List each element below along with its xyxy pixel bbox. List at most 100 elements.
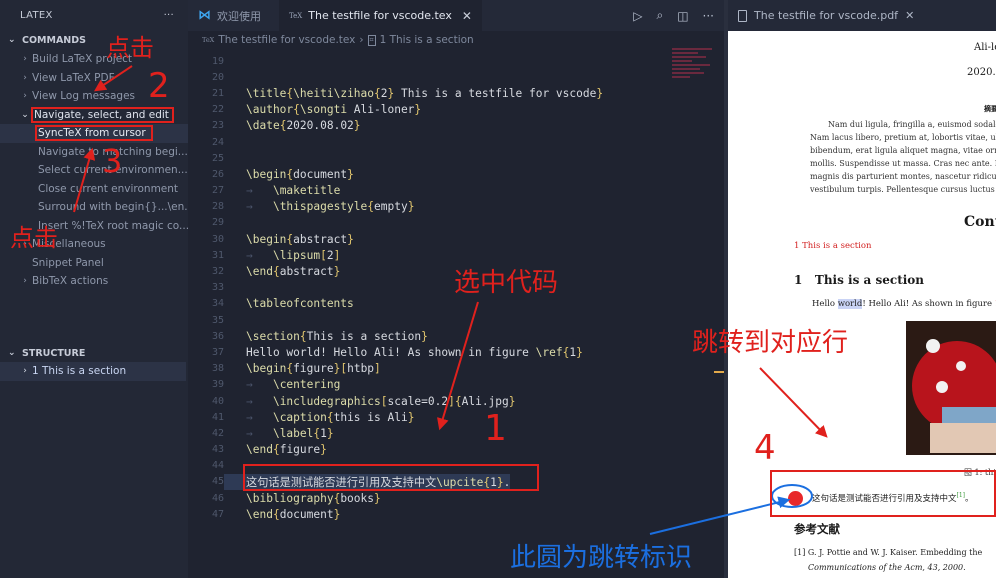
sidebar-item-close-environment[interactable]: Close current environment: [0, 180, 188, 199]
code-line[interactable]: 38 \begin{figure}[htbp]: [188, 361, 724, 377]
more-actions-icon[interactable]: ···: [703, 9, 714, 23]
code-line-text: Hello world! Hello Ali! As shown in figu…: [246, 345, 583, 359]
code-line[interactable]: 26 \begin{document}: [188, 166, 724, 182]
pdf-tab-label: The testfile for vscode.pdf: [754, 9, 899, 22]
line-number: 27: [211, 185, 224, 197]
line-number: 46: [211, 492, 224, 504]
pdf-author: Ali-lo: [974, 42, 996, 53]
code-line[interactable]: 31 → \lipsum[2]: [188, 247, 724, 263]
code-line[interactable]: 46 \bibliography{books}: [188, 490, 724, 506]
pdf-contents-title: Conte: [964, 214, 996, 230]
code-line[interactable]: 24: [188, 134, 724, 150]
chevron-right-icon: ›: [23, 91, 27, 102]
play-icon[interactable]: ▷: [633, 9, 642, 23]
code-line[interactable]: 22 \author{\songti Ali-loner}: [188, 102, 724, 118]
breadcrumb-separator: ›: [359, 34, 364, 46]
pdf-section-number: 1: [794, 273, 803, 287]
code-line-text: → \caption{this is Ali}: [246, 410, 415, 424]
minimap[interactable]: [672, 46, 716, 96]
code-line[interactable]: 20: [188, 69, 724, 85]
sidebar-item-synctex-from-cursor[interactable]: SyncTeX from cursor: [0, 124, 188, 143]
line-number: 31: [211, 249, 224, 261]
structure-item-section[interactable]: › 1 This is a section: [0, 362, 186, 381]
code-line-text: → \maketitle: [246, 184, 341, 198]
code-line[interactable]: 43 \end{figure}: [188, 442, 724, 458]
code-line-text: \date{2020.08.02}: [246, 119, 361, 133]
line-number: 22: [211, 104, 224, 116]
more-actions-icon[interactable]: ···: [164, 10, 174, 21]
sidebar-header: LATEX ···: [0, 0, 188, 30]
annotation-jump-line: 跳转到对应行: [692, 328, 849, 358]
pdf-references-title: 参考文献: [794, 522, 840, 536]
annotation-number-4: 4: [754, 428, 776, 468]
close-icon[interactable]: ✕: [462, 9, 472, 23]
sidebar-item-label: BibTeX actions: [32, 275, 109, 288]
code-line-text: \bibliography{books}: [246, 491, 381, 505]
structure-section-header[interactable]: ⌄ STRUCTURE: [0, 343, 188, 363]
line-number: 28: [211, 201, 224, 213]
code-line[interactable]: 28 → \thispagestyle{empty}: [188, 199, 724, 215]
pdf-hello-line: Hello world! Hello Ali! As shown in figu…: [812, 299, 996, 309]
chevron-down-icon: ⌄: [8, 348, 16, 358]
pdf-reference-entry: [1] G. J. Pottie and W. J. Kaiser. Embed…: [794, 548, 983, 557]
commands-section-header[interactable]: ⌄ COMMANDS: [0, 30, 188, 50]
sidebar-item-select-environment[interactable]: Select current environmen...: [0, 161, 188, 180]
pdf-text: Hello: [812, 299, 838, 309]
tab-testfile-tex[interactable]: TeX The testfile for vscode.tex ✕: [279, 0, 482, 31]
pdf-text: ! Hello Ali! As shown in figure: [862, 299, 995, 309]
line-number: 32: [211, 266, 224, 278]
breadcrumb-file[interactable]: The testfile for vscode.tex: [218, 34, 355, 46]
tex-icon: TeX: [202, 36, 215, 44]
annotation-circle-note: 此圆为跳转标识: [510, 543, 693, 573]
editor-actions: ▷ ⌕ ◫ ···: [633, 0, 714, 31]
sidebar-item-snippet-panel[interactable]: Snippet Panel: [0, 254, 188, 273]
pdf-tab[interactable]: The testfile for vscode.pdf ✕: [728, 0, 996, 31]
annotation-click-top: 点击: [106, 34, 154, 62]
chevron-down-icon: ⌄: [8, 35, 16, 45]
breadcrumb-section[interactable]: 1 This is a section: [380, 34, 474, 46]
code-line[interactable]: 23 \date{2020.08.02}: [188, 118, 724, 134]
sidebar-item-surround-begin[interactable]: Surround with begin{}...\en...: [0, 198, 188, 217]
pdf-toc-entry[interactable]: 1 This is a section: [794, 241, 871, 251]
code-line[interactable]: 19: [188, 53, 724, 69]
code-line[interactable]: 27 → \maketitle: [188, 183, 724, 199]
preview-search-icon[interactable]: ⌕: [656, 8, 663, 23]
code-line[interactable]: 29: [188, 215, 724, 231]
chevron-right-icon: ›: [23, 366, 27, 377]
line-number: 25: [211, 152, 224, 164]
code-line[interactable]: 30 \begin{abstract}: [188, 231, 724, 247]
code-line[interactable]: 40 → \includegraphics[scale=0.2]{Ali.jpg}: [188, 393, 724, 409]
line-number: 45: [211, 476, 224, 488]
sidebar-item-bibtex-actions[interactable]: › BibTeX actions: [0, 272, 188, 291]
pdf-abstract-line: Nam dui ligula, fringilla a, euismod sod…: [828, 120, 996, 129]
code-line[interactable]: 47 \end{document}: [188, 506, 724, 522]
line-number: 26: [211, 168, 224, 180]
code-line[interactable]: 37 Hello world! Hello Ali! As shown in fi…: [188, 344, 724, 360]
pdf-reference-entry: Communications of the Acm, 43, 2000.: [808, 563, 966, 572]
document-icon: [738, 9, 747, 22]
section-symbol-icon: ⌗: [367, 34, 376, 46]
figure-image: [906, 321, 996, 455]
code-line[interactable]: 35: [188, 312, 724, 328]
line-number: 19: [211, 55, 224, 67]
sidebar-item-navigate-select-edit[interactable]: ⌄ Navigate, select, and edit: [0, 106, 188, 125]
code-line[interactable]: 41 → \caption{this is Ali}: [188, 409, 724, 425]
code-line[interactable]: 42 → \label{1}: [188, 425, 724, 441]
line-number: 41: [211, 411, 224, 423]
pdf-abstract-line: mollis. Suspendisse ut massa. Cras nec a…: [810, 159, 996, 168]
sidebar-item-label: Close current environment: [38, 182, 179, 195]
code-line-text: \begin{figure}[htbp]: [246, 362, 381, 376]
commands-header-label: COMMANDS: [22, 34, 86, 46]
code-line-text: \begin{document}: [246, 167, 354, 181]
code-line[interactable]: 36 \section{This is a section}: [188, 328, 724, 344]
split-editor-icon[interactable]: ◫: [677, 9, 688, 23]
code-line[interactable]: 25: [188, 150, 724, 166]
line-number: 37: [211, 346, 224, 358]
code-line[interactable]: 21 \title{\heiti\zihao{2} This is a testf…: [188, 85, 724, 101]
pdf-abstract-line: Nam lacus libero, pretium at, lobortis v…: [810, 133, 996, 142]
line-number: 38: [211, 363, 224, 375]
close-icon[interactable]: ✕: [905, 9, 914, 22]
code-line[interactable]: 39 → \centering: [188, 377, 724, 393]
tab-welcome[interactable]: ⋈ 欢迎使用: [188, 0, 271, 31]
sidebar-item-navigate-matching[interactable]: Navigate to matching begi...: [0, 143, 188, 162]
